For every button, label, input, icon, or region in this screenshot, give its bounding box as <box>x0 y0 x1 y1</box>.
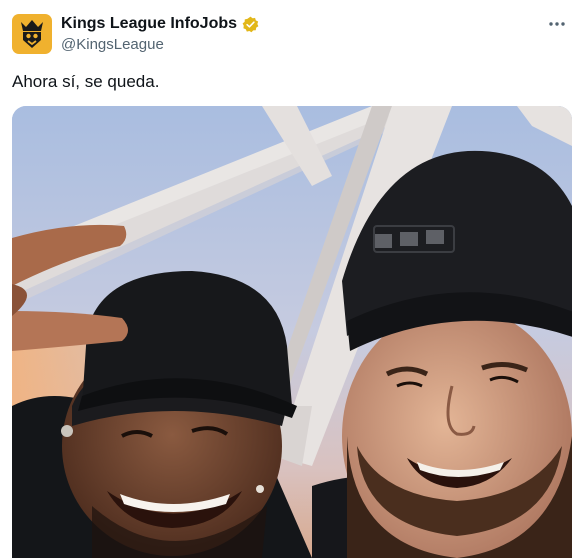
name-row: Kings League InfoJobs <box>61 15 259 33</box>
verified-badge-icon[interactable] <box>242 16 259 33</box>
account-header: Kings League InfoJobs @KingsLeague <box>61 15 259 53</box>
display-name[interactable]: Kings League InfoJobs <box>61 15 237 33</box>
user-handle[interactable]: @KingsLeague <box>61 36 259 53</box>
tweet-photo[interactable] <box>12 106 572 558</box>
more-options-icon <box>549 22 565 26</box>
tweet-text: Ahora sí, se queda. <box>12 72 160 91</box>
photo-illustration <box>12 106 572 558</box>
kings-league-crown-logo-icon <box>21 20 43 48</box>
avatar[interactable] <box>12 14 52 54</box>
more-options-button[interactable] <box>545 12 569 36</box>
tweet-card: Kings League InfoJobs @KingsLeague Ahora… <box>0 0 583 558</box>
